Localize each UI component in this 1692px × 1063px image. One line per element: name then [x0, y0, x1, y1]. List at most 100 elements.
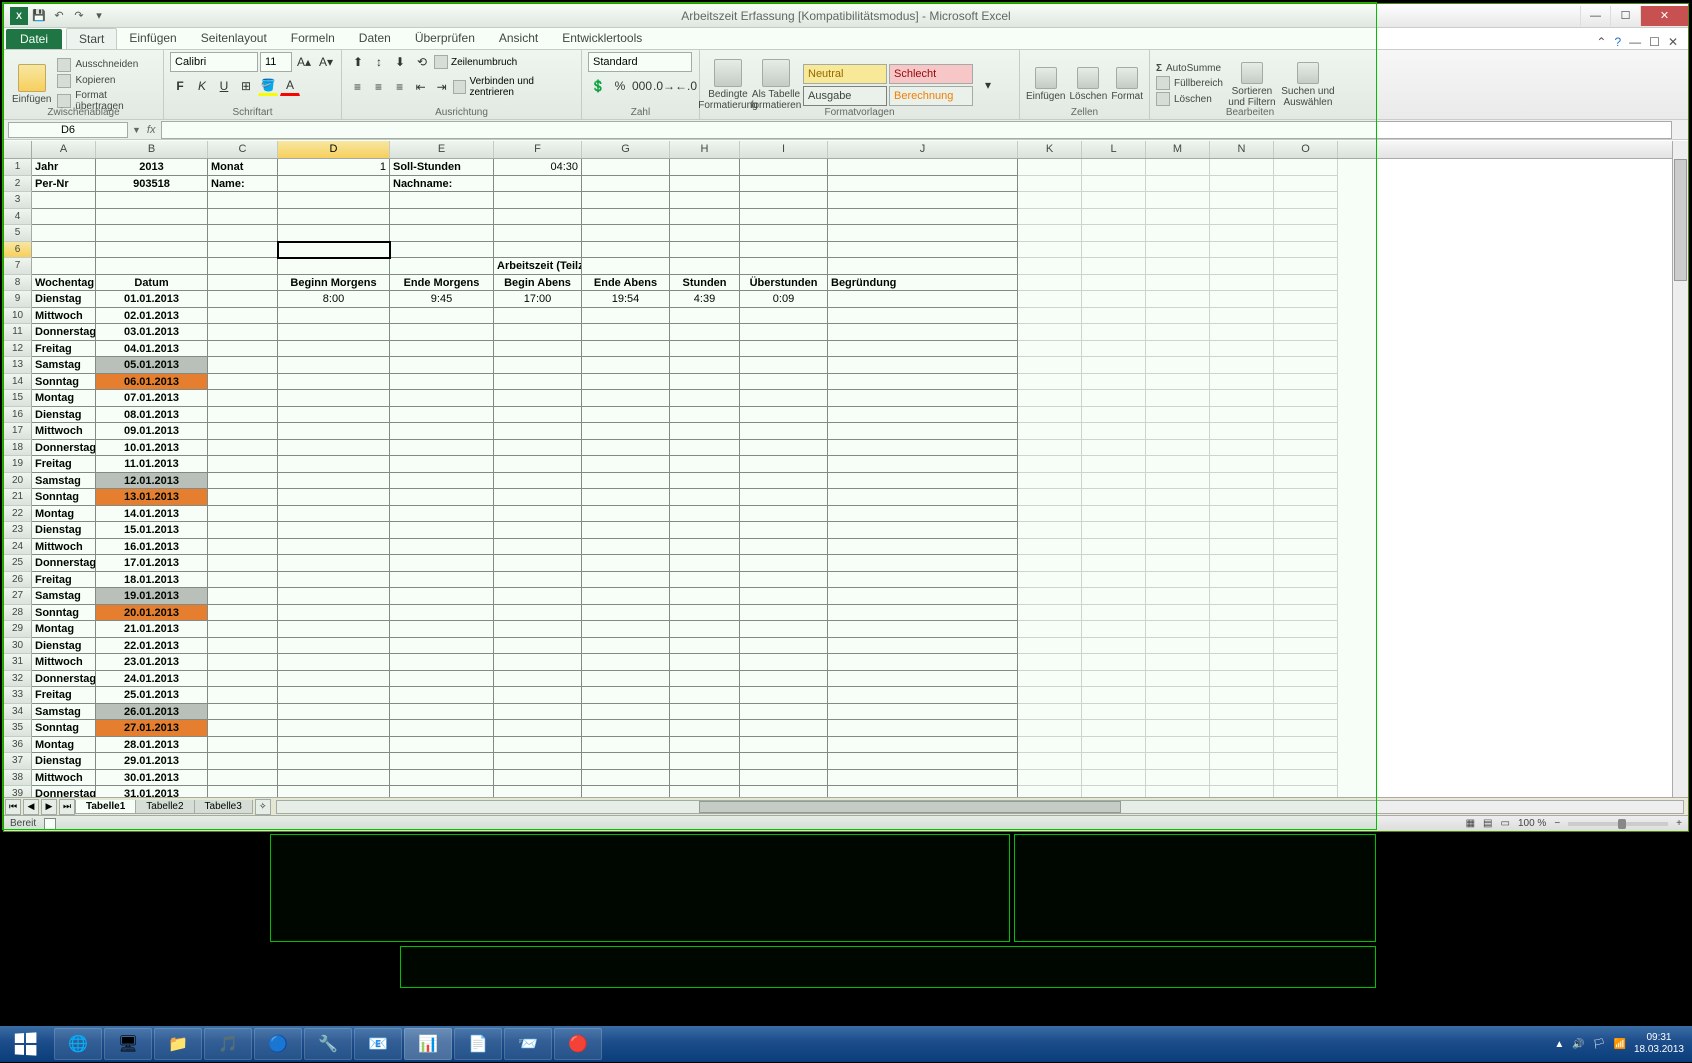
- cell[interactable]: [1018, 341, 1082, 358]
- cell[interactable]: [390, 324, 494, 341]
- cell[interactable]: [1018, 275, 1082, 292]
- cell[interactable]: 12.01.2013: [96, 473, 208, 490]
- tray-up-icon[interactable]: ▲: [1554, 1039, 1564, 1050]
- cell[interactable]: [740, 192, 828, 209]
- cell[interactable]: [390, 242, 494, 259]
- cell[interactable]: [670, 770, 740, 787]
- cell[interactable]: [1082, 506, 1146, 523]
- cell[interactable]: [1274, 654, 1338, 671]
- cell[interactable]: 17:00: [494, 291, 582, 308]
- cell[interactable]: [208, 291, 278, 308]
- cell[interactable]: [208, 786, 278, 797]
- cell[interactable]: Ende Morgens: [390, 275, 494, 292]
- cell[interactable]: [1274, 555, 1338, 572]
- conditional-formatting-button[interactable]: Bedingte Formatierung: [706, 57, 750, 113]
- cell[interactable]: Arbeitszeit (Teilzeit): [494, 258, 582, 275]
- cell[interactable]: [740, 308, 828, 325]
- cell[interactable]: [740, 176, 828, 193]
- cell[interactable]: Sonntag: [32, 374, 96, 391]
- cell[interactable]: [1274, 242, 1338, 259]
- decrease-indent-icon[interactable]: ⇤: [411, 77, 430, 97]
- cell[interactable]: [582, 539, 670, 556]
- cell[interactable]: [740, 621, 828, 638]
- cell[interactable]: [1210, 473, 1274, 490]
- cell[interactable]: [1210, 489, 1274, 506]
- cell[interactable]: [670, 374, 740, 391]
- cell[interactable]: [1146, 770, 1210, 787]
- cell[interactable]: [1018, 440, 1082, 457]
- cell[interactable]: [390, 687, 494, 704]
- cell[interactable]: [582, 390, 670, 407]
- new-sheet-icon[interactable]: ✧: [255, 799, 271, 815]
- row-header[interactable]: 1: [4, 159, 32, 176]
- cell[interactable]: [1146, 456, 1210, 473]
- cell[interactable]: [1210, 720, 1274, 737]
- row-header[interactable]: 37: [4, 753, 32, 770]
- cell[interactable]: [828, 720, 1018, 737]
- cell[interactable]: [1082, 324, 1146, 341]
- row-header[interactable]: 32: [4, 671, 32, 688]
- cell[interactable]: [1274, 638, 1338, 655]
- cut-button[interactable]: Ausschneiden: [57, 58, 157, 72]
- namebox-dropdown-icon[interactable]: ▼: [132, 125, 141, 135]
- cell[interactable]: [828, 638, 1018, 655]
- cell[interactable]: [96, 242, 208, 259]
- cell[interactable]: [1274, 522, 1338, 539]
- cell[interactable]: [494, 390, 582, 407]
- cell[interactable]: [1274, 506, 1338, 523]
- cell[interactable]: [390, 192, 494, 209]
- cell[interactable]: Überstunden: [740, 275, 828, 292]
- cell[interactable]: Dienstag: [32, 753, 96, 770]
- cell[interactable]: [494, 588, 582, 605]
- cell[interactable]: [670, 225, 740, 242]
- cell[interactable]: [390, 209, 494, 226]
- cell[interactable]: [670, 341, 740, 358]
- cell[interactable]: [740, 473, 828, 490]
- cell[interactable]: [582, 192, 670, 209]
- cell[interactable]: [1146, 621, 1210, 638]
- cell[interactable]: [96, 225, 208, 242]
- cell[interactable]: [494, 357, 582, 374]
- cell[interactable]: [494, 770, 582, 787]
- row-header[interactable]: 19: [4, 456, 32, 473]
- cell[interactable]: [1018, 654, 1082, 671]
- row-header[interactable]: 9: [4, 291, 32, 308]
- formula-bar[interactable]: [161, 121, 1672, 139]
- sort-filter-button[interactable]: Sortieren und Filtern: [1227, 57, 1277, 113]
- cell[interactable]: [740, 357, 828, 374]
- row-header[interactable]: 10: [4, 308, 32, 325]
- cell[interactable]: [670, 242, 740, 259]
- cell[interactable]: [1210, 242, 1274, 259]
- row-header[interactable]: 33: [4, 687, 32, 704]
- cell[interactable]: Jahr: [32, 159, 96, 176]
- cell[interactable]: [1210, 539, 1274, 556]
- cell[interactable]: [1146, 291, 1210, 308]
- cell[interactable]: [1082, 737, 1146, 754]
- cell[interactable]: [390, 753, 494, 770]
- maximize-button[interactable]: ☐: [1610, 6, 1640, 26]
- cell[interactable]: Donnerstag: [32, 440, 96, 457]
- cell[interactable]: [494, 555, 582, 572]
- cell[interactable]: [1210, 258, 1274, 275]
- cell[interactable]: [1210, 440, 1274, 457]
- cell[interactable]: [1146, 275, 1210, 292]
- row-header[interactable]: 23: [4, 522, 32, 539]
- cell[interactable]: [1146, 258, 1210, 275]
- sheet-nav-prev-icon[interactable]: ◀: [23, 799, 39, 815]
- cell[interactable]: [494, 209, 582, 226]
- cell[interactable]: Begin Abens: [494, 275, 582, 292]
- cell[interactable]: [1146, 324, 1210, 341]
- cell[interactable]: [390, 654, 494, 671]
- cell[interactable]: [390, 572, 494, 589]
- cell[interactable]: Wochentag: [32, 275, 96, 292]
- cell[interactable]: Mittwoch: [32, 539, 96, 556]
- fill-color-button[interactable]: 🪣: [258, 76, 278, 96]
- cell[interactable]: [390, 638, 494, 655]
- row-header[interactable]: 35: [4, 720, 32, 737]
- cell[interactable]: [1082, 192, 1146, 209]
- cell[interactable]: [828, 588, 1018, 605]
- cell[interactable]: [1146, 753, 1210, 770]
- cell[interactable]: Datum: [96, 275, 208, 292]
- cell[interactable]: [582, 159, 670, 176]
- cell[interactable]: [1210, 308, 1274, 325]
